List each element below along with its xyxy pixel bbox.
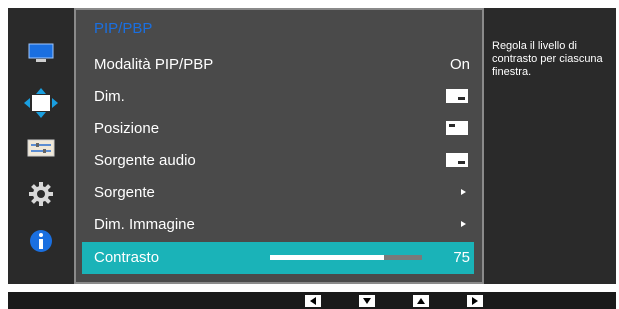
bottom-nav-bar xyxy=(8,292,616,309)
help-text: Regola il livello di contrasto per ciasc… xyxy=(492,40,603,78)
contrast-value: 75 xyxy=(453,249,470,266)
menu-title: PIP/PBP xyxy=(94,20,153,37)
menu-item-contrast[interactable]: Contrasto 75 xyxy=(82,242,474,274)
menu-item-label: Contrasto xyxy=(94,249,160,266)
position-preview-icon xyxy=(446,121,468,135)
move-arrows-icon[interactable] xyxy=(8,88,74,118)
sidebar xyxy=(8,8,74,284)
osd-window: PIP/PBP Modalità PIP/PBP On Dim. Posizio… xyxy=(8,8,616,284)
gear-icon[interactable] xyxy=(8,179,74,209)
menu-item-label: Sorgente audio xyxy=(94,152,196,169)
menu-item-label: Modalità PIP/PBP xyxy=(94,56,214,73)
menu-item-audio-source[interactable]: Sorgente audio xyxy=(82,146,474,176)
down-arrow-icon[interactable] xyxy=(359,295,375,307)
size-preview-icon xyxy=(446,89,468,103)
menu-item-size[interactable]: Dim. xyxy=(82,82,474,112)
left-arrow-icon[interactable] xyxy=(305,295,321,307)
contrast-slider[interactable] xyxy=(270,255,422,260)
menu-item-label: Sorgente xyxy=(94,184,155,201)
contrast-slider-fill xyxy=(270,255,384,260)
info-icon[interactable] xyxy=(8,226,74,256)
pip-pbp-menu: PIP/PBP Modalità PIP/PBP On Dim. Posizio… xyxy=(74,8,484,284)
settings-panel-icon[interactable] xyxy=(8,133,74,163)
up-arrow-icon[interactable] xyxy=(413,295,429,307)
menu-item-label: Posizione xyxy=(94,120,160,137)
menu-item-value: On xyxy=(449,56,470,73)
menu-item-image-size[interactable]: Dim. Immagine xyxy=(82,210,474,240)
menu-item-source[interactable]: Sorgente xyxy=(82,178,474,208)
menu-item-label: Dim. Immagine xyxy=(94,216,195,233)
chevron-right-icon xyxy=(461,189,466,195)
chevron-right-icon xyxy=(461,221,466,227)
menu-item-position[interactable]: Posizione xyxy=(82,114,474,144)
audio-source-preview-icon xyxy=(446,153,468,167)
monitor-icon[interactable] xyxy=(8,38,74,68)
right-arrow-icon[interactable] xyxy=(467,295,483,307)
menu-item-label: Dim. xyxy=(94,88,125,105)
menu-item-pip-pbp-mode[interactable]: Modalità PIP/PBP On xyxy=(82,50,474,80)
